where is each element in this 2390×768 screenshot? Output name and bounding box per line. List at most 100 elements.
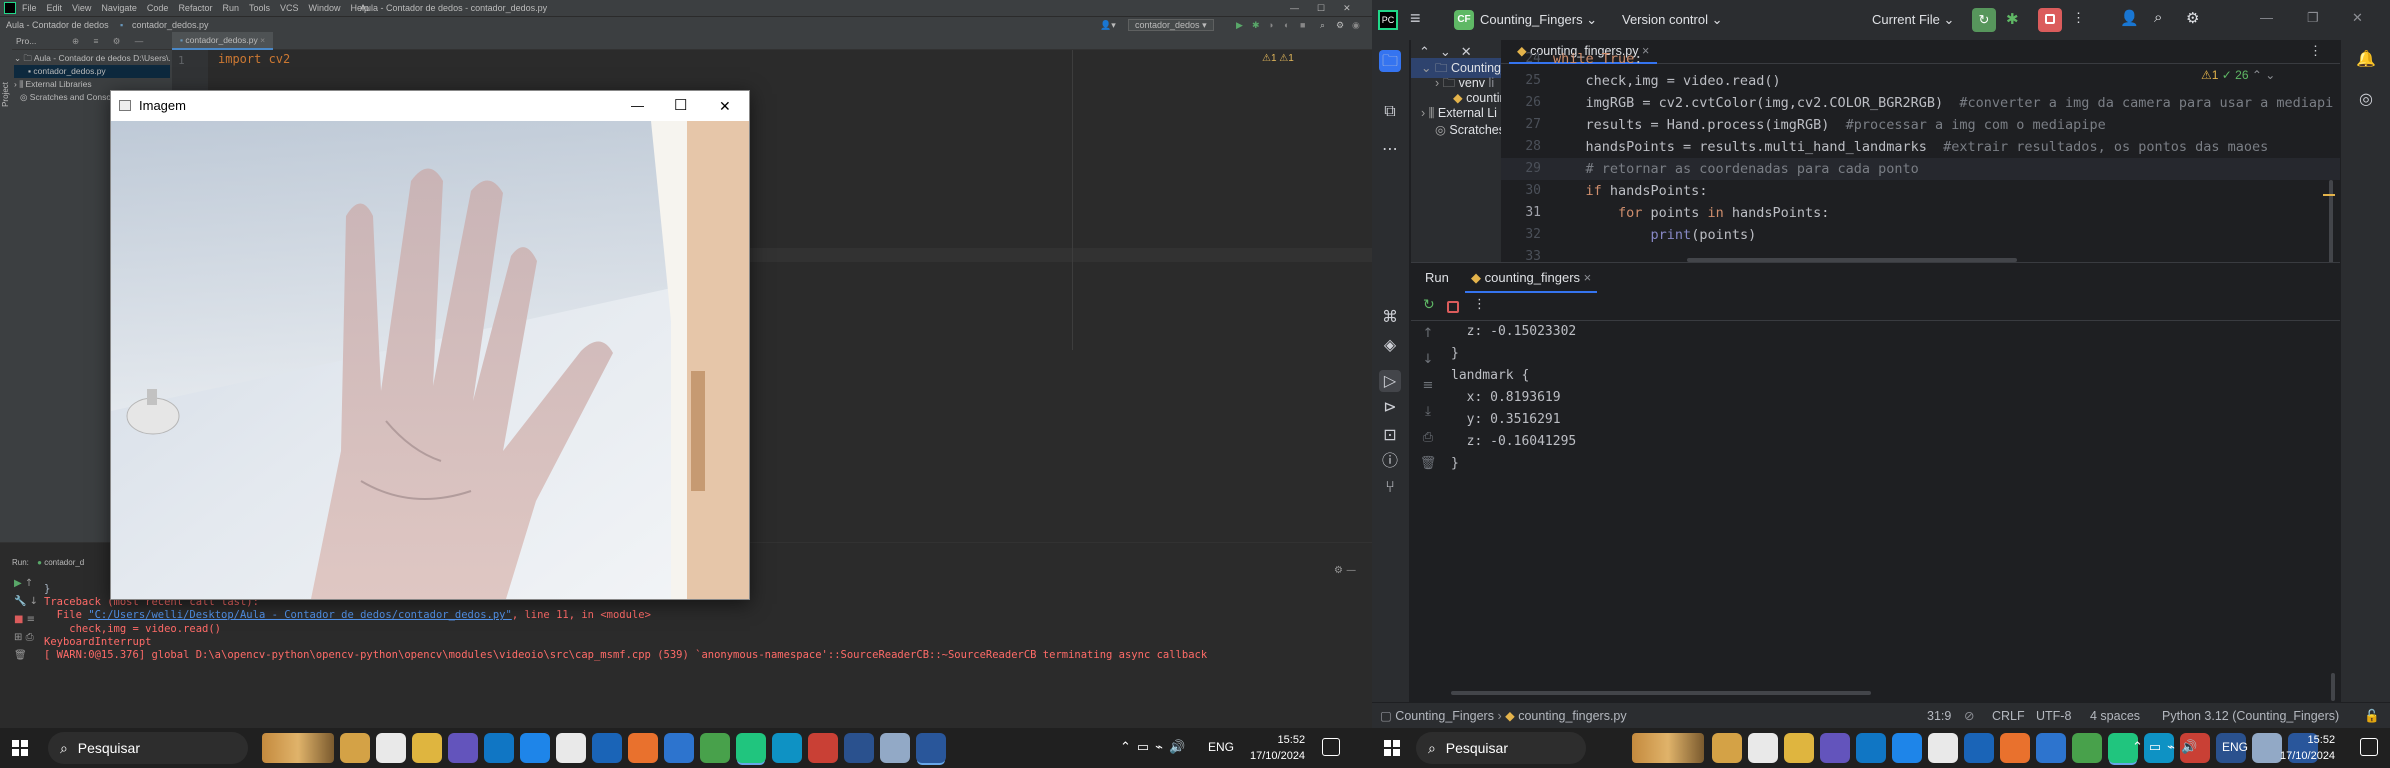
imagem-window[interactable]: Imagem — ☐ ✕ — [110, 90, 750, 600]
status-indent[interactable]: 4 spaces — [2090, 703, 2140, 728]
settings-icon[interactable]: ⚙ — [2186, 9, 2199, 27]
git-icon[interactable]: ⑂ — [1379, 476, 1401, 498]
vscode-icon[interactable] — [484, 733, 514, 763]
rerun-button[interactable]: ↻ — [1972, 8, 1996, 32]
window-restore-button[interactable]: ❐ — [2307, 10, 2319, 26]
console-file-link[interactable]: "C:/Users/welli/Desktop/Aula - Contador … — [88, 609, 512, 621]
menu-item[interactable]: VCS — [280, 3, 299, 13]
more-actions-icon[interactable]: ⋮ — [2072, 10, 2085, 26]
app-icon[interactable] — [1964, 733, 1994, 763]
app-icon[interactable] — [664, 733, 694, 763]
run-more-icon[interactable]: ⋮ — [1473, 297, 1486, 312]
menu-item[interactable]: Edit — [47, 3, 63, 13]
clock[interactable]: 15:52 17/10/2024 — [2280, 732, 2335, 764]
project-selector[interactable]: Counting_Fingers ⌄ — [1480, 12, 1597, 28]
task-view-icon[interactable] — [376, 733, 406, 763]
widgets-thumbnail[interactable] — [1632, 733, 1704, 763]
file-explorer-icon[interactable] — [340, 733, 370, 763]
project-tree-item[interactable]: ⌄ 🗀 Aula - Contador de dedos D:\Users\..… — [14, 52, 170, 65]
taskbar-search[interactable]: ⌕ Pesquisar — [48, 732, 248, 764]
readonly-toggle-icon[interactable]: ⊘ — [1964, 703, 1974, 728]
tab-close-icon[interactable]: × — [260, 35, 265, 45]
menu-item[interactable]: Run — [222, 3, 239, 13]
update-icon[interactable]: ◉ — [1352, 17, 1360, 33]
profile-icon[interactable]: ◐ — [1284, 17, 1289, 33]
menu-item[interactable]: Window — [309, 3, 341, 13]
app-icon[interactable] — [916, 733, 946, 763]
breadcrumb[interactable]: Aula - Contador de dedos — [6, 17, 109, 33]
obs-icon[interactable] — [1820, 733, 1850, 763]
run-tab-close-icon[interactable]: × — [1584, 270, 1592, 285]
services-icon[interactable]: ⊳ — [1379, 396, 1401, 418]
scroll-down-icon[interactable]: ↓ — [1411, 347, 1445, 373]
code-with-me-icon[interactable]: 👤 — [2120, 9, 2139, 27]
menu-item[interactable]: View — [72, 3, 91, 13]
print-icon[interactable]: ⎙ — [26, 632, 34, 643]
wrap-icon[interactable]: ≡ — [27, 614, 35, 625]
soft-wrap-icon[interactable]: ≡ — [1411, 373, 1445, 399]
pycharm-icon[interactable] — [736, 733, 766, 763]
right-editor[interactable]: ◆ counting_fingers.py × ⋮ ⚠1 ✓ 26 ⌃ ⌄ 24… — [1501, 40, 2340, 331]
window-close-button[interactable]: ✕ — [2352, 10, 2363, 26]
notifications-icon[interactable]: 🔔 — [2355, 48, 2377, 70]
tree-file[interactable]: ◆ countin — [1453, 90, 1506, 105]
stop-run-icon[interactable] — [1447, 301, 1459, 313]
project-tool-icon[interactable]: 🗀 — [1379, 50, 1401, 72]
notification-icon[interactable] — [1322, 738, 1340, 756]
user-icon[interactable]: 👤▾ — [1100, 17, 1116, 33]
file-explorer-icon[interactable] — [1712, 733, 1742, 763]
app-icon[interactable] — [592, 733, 622, 763]
stop-run-icon[interactable]: ■ — [14, 614, 23, 625]
status-line-endings[interactable]: CRLF — [1992, 703, 2025, 728]
lock-icon[interactable]: 🔓 — [2364, 703, 2380, 728]
stop-icon[interactable]: ■ — [1300, 17, 1305, 33]
coverage-icon[interactable]: ◑ — [1268, 17, 1273, 33]
rerun-icon[interactable]: ▶ — [14, 578, 22, 589]
menu-item[interactable]: File — [22, 3, 37, 13]
menu-item[interactable]: Tools — [249, 3, 270, 13]
app-icon[interactable] — [880, 733, 910, 763]
wrench-icon[interactable]: 🔧 — [14, 596, 26, 607]
layers-icon[interactable]: ◈ — [1379, 334, 1401, 356]
ai-assistant-icon[interactable]: ◎ — [2355, 88, 2377, 110]
chrome-icon[interactable] — [2072, 733, 2102, 763]
run-icon[interactable]: ▶ — [1236, 17, 1243, 33]
status-encoding[interactable]: UTF-8 — [2036, 703, 2071, 728]
obs-icon[interactable] — [448, 733, 478, 763]
run-tab[interactable]: ◆ counting_fingers × — [1465, 263, 1598, 293]
structure-tool-icon[interactable]: ⧉ — [1379, 100, 1401, 122]
scroll-up-icon[interactable]: ↑ — [1411, 321, 1445, 347]
breadcrumb-file[interactable]: contador_dedos.py — [132, 17, 209, 33]
app-icon[interactable] — [628, 733, 658, 763]
stop-button[interactable] — [2038, 8, 2062, 32]
terminal-icon[interactable]: ⊡ — [1379, 424, 1401, 446]
widgets-thumbnail[interactable] — [262, 733, 334, 763]
language-indicator[interactable]: ENG — [1208, 740, 1234, 754]
status-interpreter[interactable]: Python 3.12 (Counting_Fingers) — [2162, 703, 2339, 728]
edge-icon[interactable] — [772, 733, 802, 763]
editor-tab[interactable]: ▪ contador_dedos.py × — [172, 32, 274, 50]
imagem-titlebar[interactable]: Imagem — ☐ ✕ — [111, 91, 749, 121]
run-target-select[interactable]: Current File ⌄ — [1872, 12, 1954, 28]
windows-start-icon[interactable] — [1384, 740, 1400, 756]
more-tools-icon[interactable]: ⋯ — [1379, 138, 1401, 160]
menu-item[interactable]: Code — [147, 3, 169, 13]
search-icon[interactable]: ⌕ — [1320, 17, 1325, 33]
project-panel-actions[interactable]: ⊕ ≡ ⚙ — — [72, 32, 149, 50]
run-tab[interactable]: contador_d — [44, 558, 84, 567]
scroll-end-icon[interactable]: ⤓ — [1411, 399, 1445, 425]
chrome-profile-icon[interactable] — [808, 733, 838, 763]
debug-icon[interactable]: ✱ — [1252, 17, 1260, 33]
folder-icon[interactable] — [412, 733, 442, 763]
tray-icons[interactable]: ⌃▭⌁🔊 — [2132, 739, 2203, 755]
clear-icon[interactable]: 🗑 — [1411, 451, 1445, 477]
scroll-down-icon[interactable]: ↓ — [30, 596, 38, 607]
chrome-icon[interactable] — [700, 733, 730, 763]
scroll-up-icon[interactable]: ↑ — [25, 578, 33, 589]
tree-external[interactable]: › ⫼ External Li — [1421, 106, 1497, 121]
tray-icons[interactable]: ⌃▭⌁🔊 — [1120, 739, 1191, 755]
notification-icon[interactable] — [2360, 738, 2378, 756]
app-icon[interactable] — [2036, 733, 2066, 763]
status-breadcrumb[interactable]: ▢ Counting_Fingers › ◆ counting_fingers.… — [1380, 703, 1627, 728]
rerun-icon[interactable]: ↻ — [1423, 297, 1435, 313]
